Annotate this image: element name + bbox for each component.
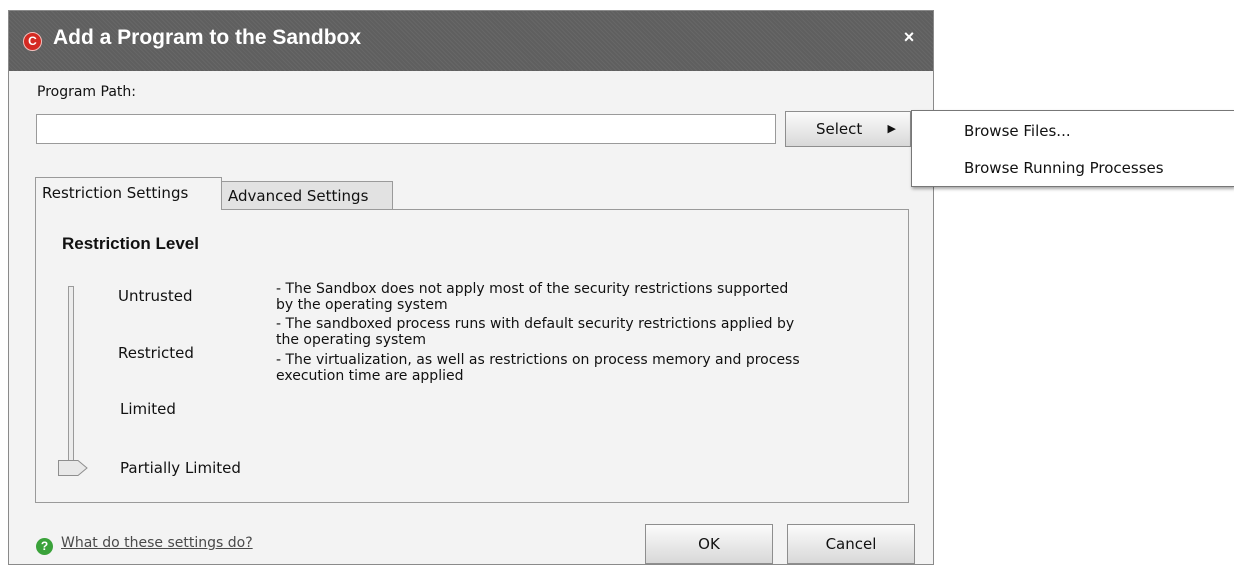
level-restricted[interactable]: Restricted [118,344,194,362]
restricted-description: - The sandboxed process runs with defaul… [276,316,901,348]
restriction-slider-track[interactable] [68,286,74,464]
level-untrusted[interactable]: Untrusted [118,287,193,305]
program-path-label: Program Path: [37,84,136,100]
description-line: - The Sandbox does not apply most of the… [276,281,789,297]
level-limited[interactable]: Limited [120,400,176,418]
restriction-level-heading: Restriction Level [62,234,199,253]
title-bar[interactable]: C Add a Program to the Sandbox × [9,11,933,71]
submenu-arrow-icon: ▶ [887,122,896,135]
description-line: the operating system [276,332,427,348]
select-button[interactable]: Select ▶ [785,111,911,147]
select-button-label: Select [816,120,863,138]
description-line: by the operating system [276,297,448,313]
level-partially-limited[interactable]: Partially Limited [120,459,241,477]
help-icon[interactable]: ? [36,538,53,555]
select-context-menu: Browse Files... Browse Running Processes [911,110,1234,187]
tab-advanced-settings[interactable]: Advanced Settings [221,181,393,210]
description-line: - The virtualization, as well as restric… [276,352,800,368]
dialog-title: Add a Program to the Sandbox [53,26,362,49]
menu-item-browse-files[interactable]: Browse Files... [964,122,1071,140]
restriction-slider-thumb[interactable] [58,460,88,476]
description-line: execution time are applied [276,368,464,384]
ok-button[interactable]: OK [645,524,773,564]
close-button[interactable]: × [899,27,919,49]
restriction-settings-panel: Restriction Level Untrusted Restricted L… [35,209,909,503]
program-path-input[interactable] [36,114,776,144]
limited-description: - The virtualization, as well as restric… [276,352,901,384]
untrusted-description: - The Sandbox does not apply most of the… [276,281,901,313]
cancel-button[interactable]: Cancel [787,524,915,564]
tab-restriction-settings[interactable]: Restriction Settings [35,177,222,210]
description-line: - The sandboxed process runs with defaul… [276,316,795,332]
comodo-logo-icon: C [23,32,42,51]
menu-item-browse-running-processes[interactable]: Browse Running Processes [964,159,1164,177]
add-program-dialog: C Add a Program to the Sandbox × Program… [8,10,934,565]
help-link[interactable]: What do these settings do? [61,535,253,551]
